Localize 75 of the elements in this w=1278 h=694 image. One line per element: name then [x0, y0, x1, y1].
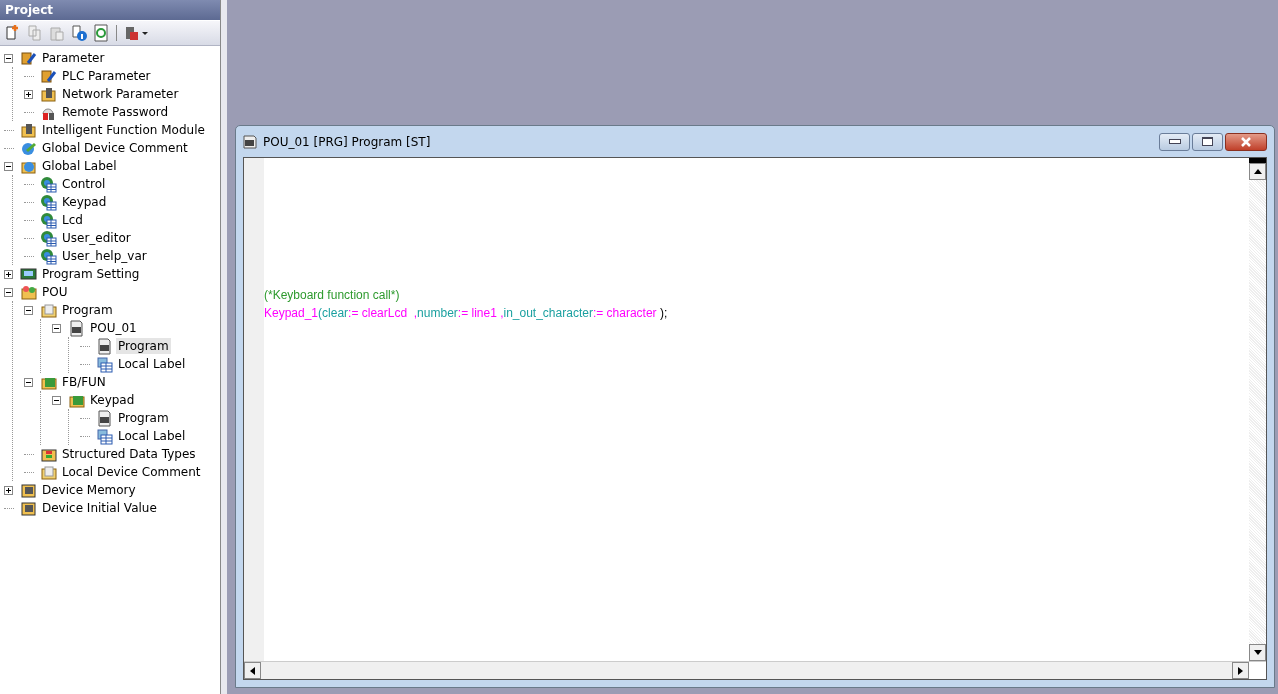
scroll-right-button[interactable] [1232, 662, 1249, 679]
tree-item[interactable]: Device Initial Value [40, 500, 159, 516]
module-icon [20, 121, 37, 139]
table-icon [96, 427, 113, 445]
document-icon [96, 337, 113, 355]
collapse-toggle[interactable] [24, 305, 33, 315]
down-arrow-icon [1253, 650, 1262, 655]
expand-toggle[interactable] [24, 89, 33, 99]
collapse-toggle[interactable] [24, 377, 33, 387]
chip-icon [20, 481, 37, 499]
right-arrow-icon [1238, 666, 1243, 675]
tree-item[interactable]: POU_01 [88, 320, 139, 336]
tree-item[interactable]: Program [116, 338, 171, 354]
collapse-toggle[interactable] [4, 53, 13, 63]
expand-toggle[interactable] [4, 269, 13, 279]
tree-item[interactable]: Lcd [60, 212, 85, 228]
st-document-icon [243, 134, 257, 149]
collapse-toggle[interactable] [4, 287, 13, 297]
globe-table-icon [40, 175, 57, 193]
dropdown-tool-icon[interactable] [123, 24, 149, 42]
tree-item[interactable]: Keypad [60, 194, 109, 210]
collapse-toggle[interactable] [52, 395, 61, 405]
close-button[interactable] [1225, 132, 1267, 151]
collapse-toggle[interactable] [52, 323, 61, 333]
folder-icon [20, 283, 37, 301]
tree-item[interactable]: Local Label [116, 428, 188, 444]
scroll-left-button[interactable] [244, 662, 261, 679]
tree-item[interactable]: Program [116, 410, 171, 426]
up-arrow-icon [1253, 169, 1262, 174]
tree-item[interactable]: Intelligent Function Module [40, 122, 207, 138]
monitor-icon [20, 265, 37, 283]
tree-item[interactable]: Local Label [116, 356, 188, 372]
tree-item[interactable]: Remote Password [60, 104, 171, 120]
tree-item[interactable]: PLC Parameter [60, 68, 153, 84]
scroll-down-button[interactable] [1249, 644, 1266, 661]
panel-title: Project [0, 0, 220, 20]
tree-item[interactable]: Local Device Comment [60, 464, 203, 480]
tree-item[interactable]: FB/FUN [60, 374, 108, 390]
tree-item[interactable]: User_editor [60, 230, 133, 246]
tree-item[interactable]: Global Device Comment [40, 140, 190, 156]
close-icon [1240, 136, 1252, 147]
tree-item[interactable]: Program Setting [40, 266, 142, 282]
tree-item[interactable]: Device Memory [40, 482, 138, 498]
tree-item[interactable]: User_help_var [60, 248, 149, 264]
window-title: POU_01 [PRG] Program [ST] [263, 134, 431, 149]
code-line: Keypad_1(clear:= clearLcd ,number:= line1 ,in_out_character:= character ); [264, 305, 669, 322]
refresh-icon[interactable] [92, 24, 110, 42]
globe-table-icon [40, 211, 57, 229]
info-icon[interactable] [70, 24, 88, 42]
globe-table-icon [40, 247, 57, 265]
left-arrow-icon [250, 666, 255, 675]
tree-item[interactable]: POU [40, 284, 70, 300]
table-icon [96, 355, 113, 373]
expand-toggle[interactable] [4, 485, 13, 495]
minimize-button[interactable] [1159, 132, 1190, 151]
module-icon [40, 85, 57, 103]
tree-item[interactable]: Program [60, 302, 115, 318]
globe-table-icon [40, 193, 57, 211]
tree-item[interactable]: Control [60, 176, 108, 192]
tree-item[interactable]: Keypad [88, 392, 137, 408]
code-editor[interactable]: (*Keyboard function call*) Keypad_1(clear:= clearLcd ,number:= line1 ,in_out_character:= character ); [264, 158, 1249, 661]
restore-button[interactable] [1192, 132, 1223, 151]
tree-item[interactable]: Structured Data Types [60, 446, 198, 462]
tree-item[interactable]: Global Label [40, 158, 119, 174]
code-line: (*Keyboard function call*) [264, 287, 401, 304]
globe-table-icon [40, 229, 57, 247]
document-icon [68, 319, 85, 337]
folder-icon [40, 463, 57, 481]
document-icon [96, 409, 113, 427]
scroll-up-button[interactable] [1249, 163, 1266, 180]
chip-icon [20, 499, 37, 517]
folder-icon [40, 301, 57, 319]
tree-item[interactable]: Parameter [40, 50, 107, 66]
tree-item[interactable]: Network Parameter [60, 86, 181, 102]
collapse-toggle[interactable] [4, 161, 13, 171]
